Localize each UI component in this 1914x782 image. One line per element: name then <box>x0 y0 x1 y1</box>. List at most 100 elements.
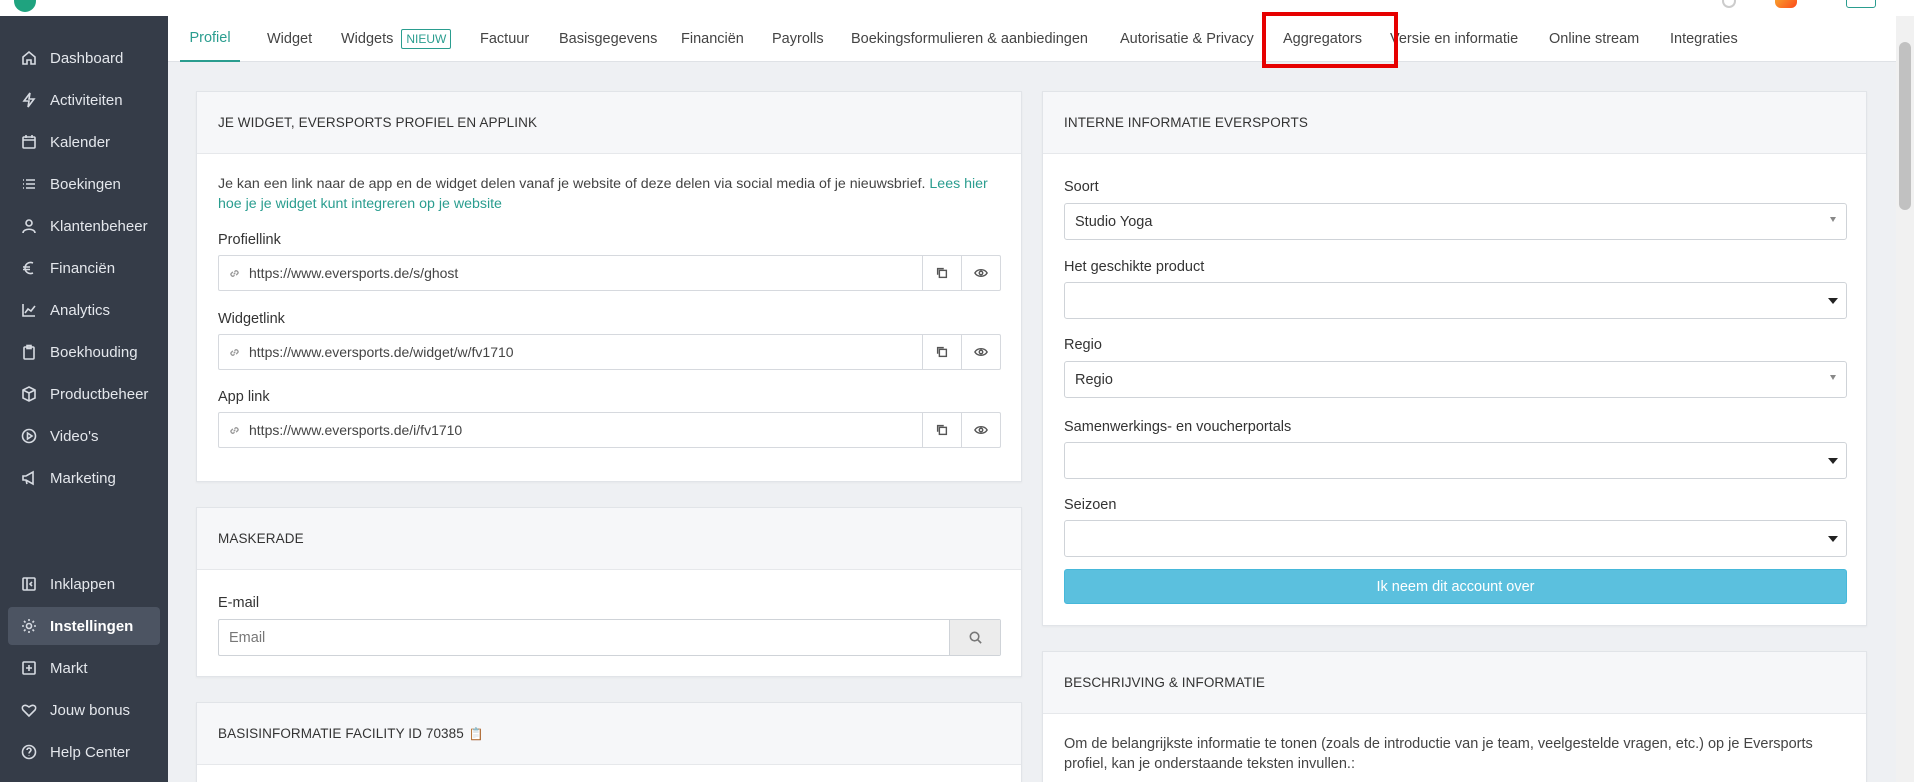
sidebar-item-label: Boekingen <box>50 175 121 193</box>
app-link-field: https://www.eversports.de/i/fv1710 <box>218 412 1001 448</box>
app-url[interactable]: https://www.eversports.de/i/fv1710 <box>249 413 922 447</box>
profile-link-label: Profiellink <box>218 232 281 248</box>
region-select[interactable]: Regio <box>1064 361 1847 398</box>
portals-select[interactable] <box>1064 442 1847 479</box>
sidebar-item-label: Video's <box>50 427 99 445</box>
card-title: INTERNE INFORMATIE EVERSPORTS <box>1043 92 1866 154</box>
search-button[interactable] <box>949 620 1000 655</box>
notification-icon[interactable] <box>1722 0 1736 8</box>
tab-widgets[interactable]: Widgets NIEUW <box>341 16 452 62</box>
page-scrollbar[interactable] <box>1896 16 1914 782</box>
sidebar-item-productbeheer[interactable]: Productbeheer <box>8 375 160 413</box>
view-widget-button[interactable] <box>961 335 1000 369</box>
avatar[interactable] <box>1775 0 1797 8</box>
sidebar-item-label: Marketing <box>50 469 116 487</box>
sidebar-item-analytics[interactable]: Analytics <box>8 291 160 329</box>
sidebar-item-label: Klantenbeheer <box>50 217 148 235</box>
clipboard-icon <box>20 343 38 361</box>
basis-info-card: BASISINFORMATIE FACILITY ID 70385 📋 <box>196 702 1022 782</box>
copy-widget-button[interactable] <box>922 335 961 369</box>
tab-label: Widget <box>267 31 313 47</box>
sidebar-item-label: Productbeheer <box>50 385 149 403</box>
lightning-icon <box>20 91 38 109</box>
logo[interactable] <box>14 0 36 12</box>
portals-label: Samenwerkings- en voucherportals <box>1064 419 1292 435</box>
tab-label: Aggregators <box>1283 31 1362 47</box>
product-label: Het geschikte product <box>1064 259 1205 275</box>
chevron-down-icon <box>1828 536 1838 542</box>
profile-link-field: https://www.eversports.de/s/ghost <box>218 255 1001 291</box>
type-select[interactable]: Studio Yoga <box>1064 203 1847 240</box>
sidebar-item-marketing[interactable]: Marketing <box>8 459 160 497</box>
sidebar-item-boekhouding[interactable]: Boekhouding <box>8 333 160 371</box>
clipboard-icon[interactable]: 📋 <box>469 727 484 741</box>
scrollbar-thumb[interactable] <box>1899 42 1911 210</box>
eye-icon <box>974 348 988 356</box>
product-select[interactable] <box>1064 282 1847 319</box>
tab-label: Integraties <box>1670 31 1738 47</box>
sidebar-item-boekingen[interactable]: Boekingen <box>8 165 160 203</box>
widget-profile-card: JE WIDGET, EVERSPORTS PROFIEL EN APPLINK… <box>196 91 1022 482</box>
profile-url[interactable]: https://www.eversports.de/s/ghost <box>249 256 922 290</box>
new-badge: NIEUW <box>401 29 452 49</box>
intro-text: Je kan een link naar de app en de widget… <box>218 176 926 192</box>
region-label: Regio <box>1064 337 1102 353</box>
sidebar-item-klantenbeheer[interactable]: Klantenbeheer <box>8 207 160 245</box>
megaphone-icon <box>20 469 38 487</box>
sidebar-item-help-center[interactable]: Help Center <box>8 733 160 771</box>
description-text: Om de belangrijkste informatie te tonen … <box>1064 736 1813 772</box>
card-title: BASISINFORMATIE FACILITY ID 70385 📋 <box>197 703 1021 765</box>
email-input[interactable] <box>219 620 949 655</box>
app-link-label: App link <box>218 389 270 405</box>
tab-label: Widgets <box>341 31 394 47</box>
sidebar-item-videos[interactable]: Video's <box>8 417 160 455</box>
chevron-down-icon <box>1828 298 1838 304</box>
tab-factuur[interactable]: Factuur <box>480 16 529 62</box>
settings-tabs: Profiel Widget Widgets NIEUW Factuur Basi… <box>168 16 1896 62</box>
chevron-down-icon <box>1828 458 1838 464</box>
tab-label: Financiën <box>681 31 744 47</box>
copy-icon <box>936 346 948 358</box>
header-button[interactable] <box>1846 0 1876 8</box>
view-app-button[interactable] <box>961 413 1000 447</box>
season-select[interactable] <box>1064 520 1847 557</box>
sidebar-item-label: Kalender <box>50 133 111 151</box>
view-profile-button[interactable] <box>961 256 1000 290</box>
sidebar-item-label: Activiteiten <box>50 91 123 109</box>
tab-boekingsformulieren[interactable]: Boekingsformulieren & aanbiedingen <box>851 16 1088 62</box>
search-icon <box>969 631 982 644</box>
sidebar-item-inklappen[interactable]: Inklappen <box>8 565 160 603</box>
tab-autorisatie-privacy[interactable]: Autorisatie & Privacy <box>1120 16 1254 62</box>
sidebar-item-jouw-bonus[interactable]: Jouw bonus <box>8 691 160 729</box>
basis-title: BASISINFORMATIE FACILITY ID 70385 <box>218 726 464 741</box>
sidebar-item-financien[interactable]: Financiën <box>8 249 160 287</box>
sidebar-item-instellingen[interactable]: Instellingen <box>8 607 160 645</box>
tab-integraties[interactable]: Integraties <box>1670 16 1738 62</box>
tab-financien[interactable]: Financiën <box>681 16 744 62</box>
tab-online-stream[interactable]: Online stream <box>1549 16 1639 62</box>
internal-info-card: INTERNE INFORMATIE EVERSPORTS Soort Stud… <box>1042 91 1867 626</box>
tab-profiel[interactable]: Profiel <box>180 16 240 62</box>
tab-payrolls[interactable]: Payrolls <box>772 16 824 62</box>
chevron-down-icon <box>1830 217 1836 222</box>
gear-icon <box>20 617 38 635</box>
help-circle-icon <box>20 743 38 761</box>
takeover-account-button[interactable]: Ik neem dit account over <box>1064 569 1847 604</box>
tab-versie-informatie[interactable]: Versie en informatie <box>1390 16 1518 62</box>
tab-aggregators[interactable]: Aggregators <box>1283 16 1362 62</box>
sidebar-item-label: Analytics <box>50 301 111 319</box>
chart-line-icon <box>20 301 38 319</box>
sidebar-item-activiteiten[interactable]: Activiteiten <box>8 81 160 119</box>
tab-label: Online stream <box>1549 31 1640 47</box>
tab-label: Payrolls <box>772 31 824 47</box>
tab-widget[interactable]: Widget <box>267 16 312 62</box>
sidebar-item-dashboard[interactable]: Dashboard <box>8 39 160 77</box>
email-label: E-mail <box>218 595 260 611</box>
copy-app-button[interactable] <box>922 413 961 447</box>
copy-profile-button[interactable] <box>922 256 961 290</box>
sidebar-item-kalender[interactable]: Kalender <box>8 123 160 161</box>
sidebar-item-markt[interactable]: Markt <box>8 649 160 687</box>
widget-url[interactable]: https://www.eversports.de/widget/w/fv171… <box>249 335 922 369</box>
tab-basisgegevens[interactable]: Basisgegevens <box>559 16 657 62</box>
type-label: Soort <box>1064 179 1099 195</box>
